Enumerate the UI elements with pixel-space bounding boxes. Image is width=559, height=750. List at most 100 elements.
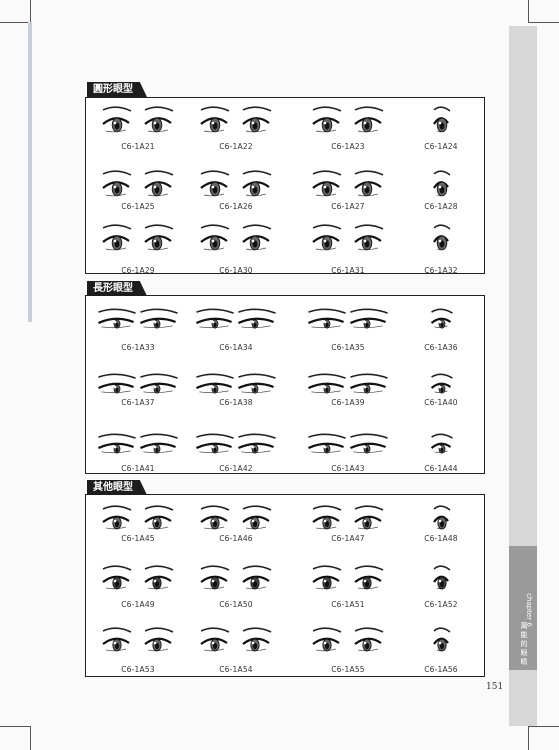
eyebrow-stroke bbox=[433, 565, 451, 571]
highlight-dot bbox=[323, 320, 327, 324]
eye-code-label: C6-1A31 bbox=[331, 266, 365, 275]
eye-code-label: C6-1A45 bbox=[121, 534, 155, 543]
eye-code-label: C6-1A49 bbox=[121, 600, 155, 609]
eyebrow-stroke bbox=[431, 433, 453, 439]
eyebrow-stroke bbox=[433, 224, 451, 230]
eyebrow-stroke bbox=[242, 505, 272, 511]
highlight-dot bbox=[323, 121, 327, 125]
eye-code-label: C6-1A43 bbox=[331, 464, 365, 473]
pupil-shape bbox=[253, 322, 257, 328]
pupil-shape bbox=[325, 387, 329, 393]
eyebrow-stroke bbox=[144, 224, 174, 230]
eye-sample: C6-1A24 bbox=[393, 104, 489, 162]
crop-mark-tr-h bbox=[528, 22, 559, 23]
highlight-dot bbox=[438, 239, 442, 243]
eye-sample: C6-1A22 bbox=[188, 104, 284, 162]
eye-code-label: C6-1A46 bbox=[219, 534, 253, 543]
eye-drawing bbox=[102, 224, 174, 251]
eye-code-label: C6-1A34 bbox=[219, 343, 253, 352]
eye-drawing bbox=[200, 170, 272, 197]
eye-drawing bbox=[102, 565, 174, 590]
eye-drawing bbox=[307, 433, 388, 454]
highlight-dot bbox=[211, 239, 215, 243]
eyebrow-stroke bbox=[102, 224, 132, 230]
highlight-dot bbox=[323, 641, 327, 645]
highlight-dot bbox=[323, 385, 327, 389]
eye-code-label: C6-1A24 bbox=[424, 142, 458, 151]
highlight-dot bbox=[438, 579, 442, 583]
eye-sample: C6-1A31 bbox=[300, 222, 396, 280]
eye-drawing bbox=[433, 627, 451, 652]
eye-drawing bbox=[312, 224, 384, 251]
eyebrow-stroke bbox=[200, 627, 230, 633]
pupil-shape bbox=[155, 387, 159, 393]
pupil-shape bbox=[365, 387, 369, 393]
eye-drawing bbox=[430, 433, 453, 454]
eyebrow-stroke bbox=[354, 224, 384, 230]
pupil-shape bbox=[440, 447, 444, 453]
eye-drawing bbox=[312, 106, 384, 133]
highlight-dot bbox=[113, 185, 117, 189]
eyebrow-stroke bbox=[102, 170, 132, 176]
eye-sample: C6-1A40 bbox=[393, 368, 489, 426]
eyebrow-stroke bbox=[200, 224, 230, 230]
pupil-shape bbox=[253, 387, 257, 393]
page: chapter 6 萬 能 的 眼 睛 圓形眼型 長形眼型 其他眼型 C6-1A… bbox=[0, 0, 559, 750]
page-number: 151 bbox=[486, 682, 504, 692]
eye-drawing bbox=[97, 433, 178, 454]
highlight-dot bbox=[113, 519, 117, 523]
eyebrow-stroke bbox=[308, 433, 346, 439]
eye-sample: C6-1A50 bbox=[188, 562, 284, 620]
eyebrow-stroke bbox=[140, 433, 178, 439]
eye-drawing bbox=[433, 106, 451, 133]
highlight-dot bbox=[323, 519, 327, 523]
left-margin-bar bbox=[28, 22, 32, 322]
crop-mark-bl-h bbox=[0, 726, 30, 727]
chapter-title: 萬 能 的 眼 睛 bbox=[520, 622, 528, 666]
eyebrow-stroke bbox=[433, 106, 451, 112]
highlight-dot bbox=[438, 445, 442, 449]
highlight-dot bbox=[251, 239, 255, 243]
eyebrow-stroke bbox=[350, 373, 388, 379]
eye-drawing bbox=[200, 505, 272, 530]
highlight-dot bbox=[211, 579, 215, 583]
highlight-dot bbox=[251, 121, 255, 125]
highlight-dot bbox=[153, 519, 157, 523]
highlight-dot bbox=[363, 385, 367, 389]
eyebrow-stroke bbox=[196, 308, 234, 314]
crop-mark-tr-v bbox=[528, 0, 529, 22]
pupil-shape bbox=[365, 447, 369, 453]
eyebrow-stroke bbox=[242, 627, 272, 633]
highlight-dot bbox=[153, 445, 157, 449]
eye-code-label: C6-1A41 bbox=[121, 464, 155, 473]
eyebrow-stroke bbox=[433, 627, 451, 633]
eye-sample: C6-1A32 bbox=[393, 222, 489, 280]
eye-drawing bbox=[195, 308, 276, 329]
pupil-shape bbox=[325, 447, 329, 453]
eye-code-label: C6-1A36 bbox=[424, 343, 458, 352]
eyebrow-stroke bbox=[312, 505, 342, 511]
eye-sample: C6-1A45 bbox=[90, 502, 186, 560]
highlight-dot bbox=[438, 185, 442, 189]
eyebrow-stroke bbox=[312, 106, 342, 112]
highlight-dot bbox=[323, 239, 327, 243]
highlight-dot bbox=[251, 579, 255, 583]
highlight-dot bbox=[113, 445, 117, 449]
eyebrow-stroke bbox=[238, 308, 276, 314]
pupil-shape bbox=[440, 387, 444, 393]
eye-sample: C6-1A33 bbox=[90, 303, 186, 361]
highlight-dot bbox=[363, 121, 367, 125]
highlight-dot bbox=[363, 320, 367, 324]
eye-code-label: C6-1A47 bbox=[331, 534, 365, 543]
highlight-dot bbox=[113, 385, 117, 389]
section-title-round: 圓形眼型 bbox=[87, 82, 147, 97]
eye-sample: C6-1A38 bbox=[188, 368, 284, 426]
eye-code-label: C6-1A37 bbox=[121, 398, 155, 407]
highlight-dot bbox=[113, 121, 117, 125]
eye-drawing bbox=[433, 505, 451, 530]
eye-sample: C6-1A39 bbox=[300, 368, 396, 426]
eyebrow-stroke bbox=[433, 170, 451, 176]
eye-sample: C6-1A52 bbox=[393, 562, 489, 620]
pupil-shape bbox=[155, 447, 159, 453]
crop-mark-br-v bbox=[528, 726, 529, 750]
